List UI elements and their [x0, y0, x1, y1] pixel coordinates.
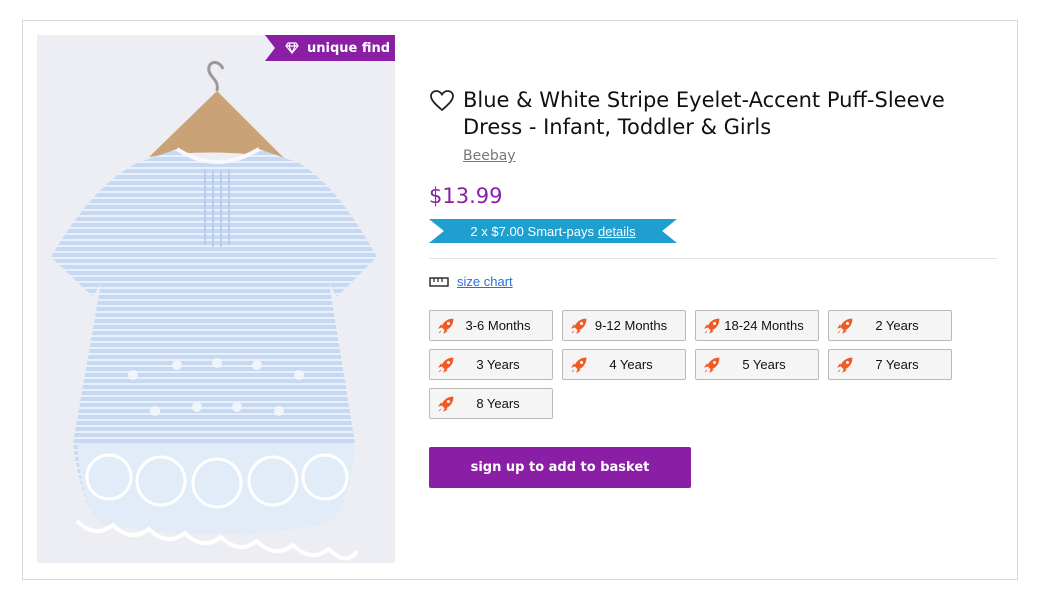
ruler-icon [429, 276, 449, 287]
size-option[interactable]: 5 Years [695, 349, 819, 380]
size-chart-label: size chart [457, 274, 513, 289]
smartpay-text: 2 x $7.00 Smart-pays [470, 223, 594, 239]
size-option[interactable]: 8 Years [429, 388, 553, 419]
size-option[interactable]: 18-24 Months [695, 310, 819, 341]
size-option[interactable]: 3 Years [429, 349, 553, 380]
product-price: $13.99 [429, 184, 503, 208]
size-label: 7 Years [875, 357, 919, 372]
diamond-icon [285, 42, 299, 54]
title-row: Blue & White Stripe Eyelet-Accent Puff-S… [429, 87, 983, 141]
product-image[interactable]: unique find [37, 35, 395, 563]
size-option[interactable]: 4 Years [562, 349, 686, 380]
badge-label: unique find [307, 40, 391, 56]
product-card: unique find Blue & White Stripe Eyelet-A… [22, 20, 1018, 580]
rocket-icon [438, 396, 454, 412]
brand-link[interactable]: Beebay [463, 148, 516, 164]
divider [429, 258, 997, 259]
rocket-icon [438, 357, 454, 373]
size-label: 9-12 Months [594, 318, 668, 333]
size-option[interactable]: 7 Years [828, 349, 952, 380]
size-chart-link[interactable]: size chart [429, 274, 513, 289]
unique-find-badge: unique find [265, 35, 395, 61]
smartpay-details-link[interactable]: details [598, 224, 636, 239]
size-label: 4 Years [609, 357, 653, 372]
heart-outline-icon[interactable] [429, 89, 455, 113]
size-label: 5 Years [742, 357, 786, 372]
product-title: Blue & White Stripe Eyelet-Accent Puff-S… [463, 88, 945, 139]
size-option[interactable]: 2 Years [828, 310, 952, 341]
size-label: 2 Years [875, 318, 919, 333]
rocket-icon [704, 357, 720, 373]
size-label: 3-6 Months [465, 318, 531, 333]
rocket-icon [571, 357, 587, 373]
dress-illustration [37, 35, 395, 563]
rocket-icon [571, 318, 587, 334]
product-info: Blue & White Stripe Eyelet-Accent Puff-S… [429, 21, 999, 579]
add-to-basket-button[interactable]: sign up to add to basket [429, 447, 691, 488]
rocket-icon [704, 318, 720, 334]
rocket-icon [438, 318, 454, 334]
size-option[interactable]: 9-12 Months [562, 310, 686, 341]
smartpay-banner: 2 x $7.00 Smart-pays details [429, 219, 677, 243]
size-label: 3 Years [476, 357, 520, 372]
size-options: 3-6 Months 9-12 Months 18-24 Months 2 Ye… [429, 310, 969, 427]
size-label: 8 Years [476, 396, 520, 411]
size-label: 18-24 Months [724, 318, 804, 333]
rocket-icon [837, 357, 853, 373]
rocket-icon [837, 318, 853, 334]
size-option[interactable]: 3-6 Months [429, 310, 553, 341]
